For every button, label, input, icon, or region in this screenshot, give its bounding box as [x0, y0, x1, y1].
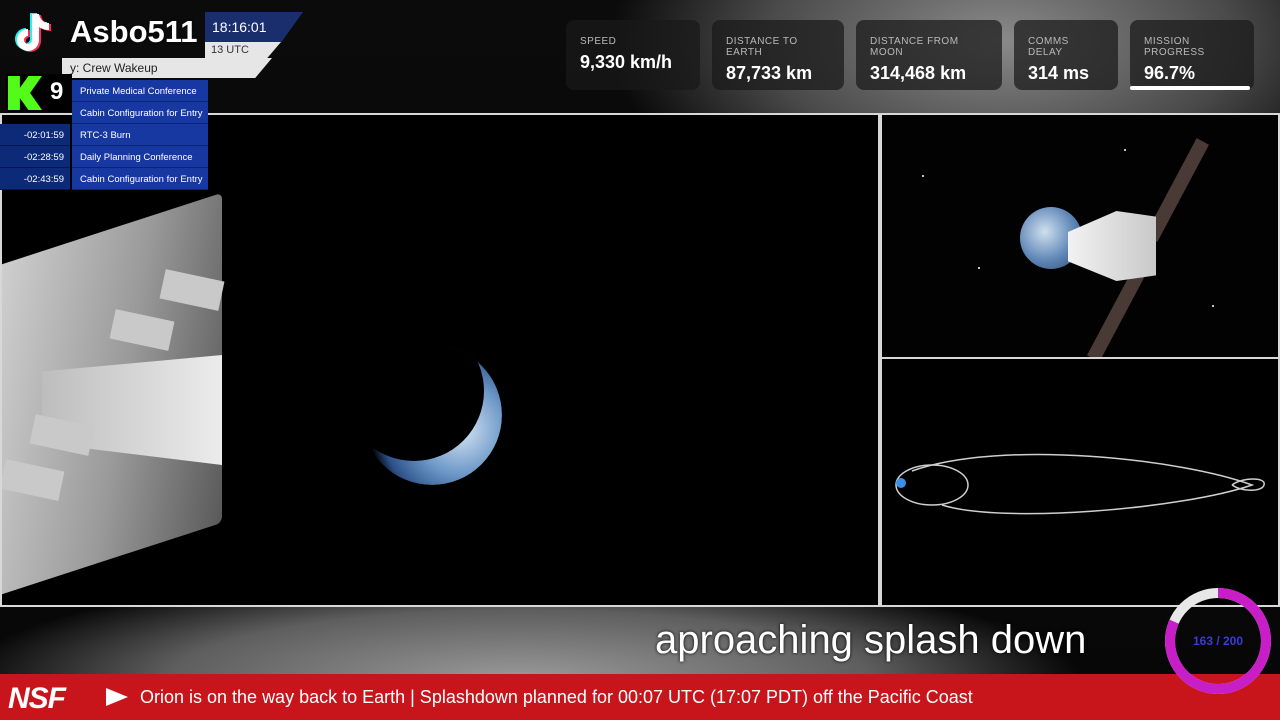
stat-label: DISTANCE TO EARTH — [726, 36, 798, 58]
nsf-logo: NSF — [8, 682, 66, 715]
stat-speed: SPEED 9,330 km/h — [566, 20, 700, 90]
stat-value: 96.7% — [1144, 63, 1196, 83]
news-ticker: NSF Orion is on the way back to Earth | … — [0, 674, 1280, 720]
star — [1124, 149, 1126, 151]
goal-count: 163 / 200 — [1192, 634, 1244, 648]
stat-label: SPEED — [580, 36, 617, 47]
clock-time: 18:16:01 — [212, 19, 267, 35]
next-event: y: Crew Wakeup — [62, 58, 272, 78]
schedule-event: Cabin Configuration for Entry — [72, 168, 208, 190]
stat-label: MISSION PROGRESS — [1144, 36, 1205, 58]
schedule-row: -02:28:59 Daily Planning Conference — [0, 146, 208, 168]
trajectory-map — [880, 359, 1280, 607]
follower-goal-widget: 163 / 200 — [1163, 586, 1273, 696]
stat-value: 87,733 km — [726, 63, 813, 83]
star — [978, 267, 980, 269]
stat-label: DISTANCE FROM MOON — [870, 36, 959, 58]
schedule-time — [0, 80, 70, 102]
play-arrow-icon — [106, 688, 128, 706]
schedule-event: Private Medical Conference — [72, 80, 208, 102]
tiktok-icon — [15, 13, 51, 52]
star — [1212, 305, 1214, 307]
progress-bar — [1130, 86, 1250, 90]
schedule-event: Daily Planning Conference — [72, 146, 208, 168]
stat-comms-delay: COMMS DELAY 314 ms — [1014, 20, 1118, 90]
stream-caption: aproaching splash down — [655, 618, 1087, 662]
trajectory-path — [911, 453, 1255, 515]
trajectory-svg — [895, 453, 1265, 515]
schedule-time: -02:43:59 — [0, 168, 70, 190]
earth-orbit — [895, 464, 969, 506]
schedule-row: Cabin Configuration for Entry — [0, 102, 208, 124]
stat-value: 9,330 km/h — [580, 52, 673, 72]
schedule-time — [0, 102, 70, 124]
schedule-event: Cabin Configuration for Entry — [72, 102, 208, 124]
schedule-row: Private Medical Conference — [0, 80, 208, 102]
ticker-text: Orion is on the way back to Earth | Spla… — [140, 687, 973, 707]
schedule-row: -02:01:59 RTC-3 Burn — [0, 124, 208, 146]
event-schedule: Private Medical Conference Cabin Configu… — [0, 80, 208, 190]
stat-distance-to-earth: DISTANCE TO EARTH 87,733 km — [712, 20, 844, 90]
schedule-row: -02:43:59 Cabin Configuration for Entry — [0, 168, 208, 190]
streamer-handle: Asbo511 — [70, 14, 198, 49]
stat-distance-from-moon: DISTANCE FROM MOON 314,468 km — [856, 20, 1002, 90]
star — [922, 175, 924, 177]
earth-crescent — [362, 345, 502, 485]
schedule-time: -02:01:59 — [0, 124, 70, 146]
schedule-time: -02:28:59 — [0, 146, 70, 168]
orion-capsule — [1068, 211, 1156, 281]
secondary-camera-view — [880, 113, 1280, 359]
spacecraft-position-marker — [896, 478, 906, 488]
stat-label: COMMS DELAY — [1028, 36, 1069, 58]
stat-mission-progress: MISSION PROGRESS 96.7% — [1130, 20, 1254, 90]
stat-value: 314,468 km — [870, 63, 967, 83]
schedule-event: RTC-3 Burn — [72, 124, 208, 146]
telemetry-bar: SPEED 9,330 km/h DISTANCE TO EARTH 87,73… — [566, 20, 1254, 90]
stat-value: 314 ms — [1028, 63, 1090, 83]
